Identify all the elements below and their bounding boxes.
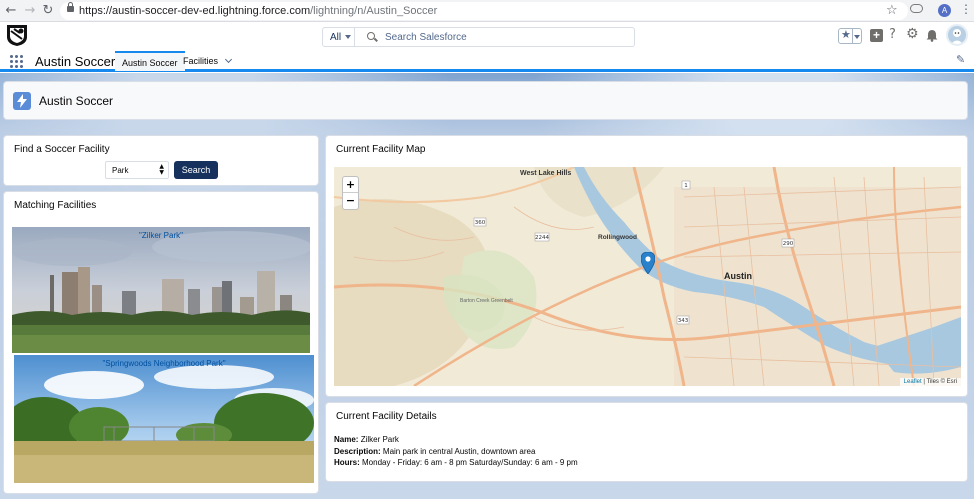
map-label: Austin xyxy=(724,271,752,281)
star-icon: ★ xyxy=(841,28,851,41)
road-shield-label: 1 xyxy=(684,183,688,189)
map-label: Barton Creek Greenbelt xyxy=(460,298,513,304)
austin-soccer-logo[interactable] xyxy=(5,23,29,47)
chevron-down-icon xyxy=(345,35,352,40)
tab-facilities[interactable]: Facilities xyxy=(176,51,238,71)
zoom-in-button[interactable]: + xyxy=(343,177,358,193)
facility-type-select[interactable]: Park ▲ ▼ xyxy=(105,161,169,179)
back-arrow-icon[interactable]: ← xyxy=(3,3,19,19)
facility-caption: "Zilker Park" xyxy=(139,231,183,240)
global-header: All Search Salesforce ★ + ? ⚙ xyxy=(0,22,974,50)
facility-details-card: Current Facility Details Name: Zilker Pa… xyxy=(325,402,968,482)
find-facility-card: Find a Soccer Facility Park ▲ ▼ Search xyxy=(3,135,319,186)
facility-caption: "Springwoods Neighborhood Park" xyxy=(102,359,226,368)
address-bar[interactable]: https://austin-soccer-dev-ed.lightning.f… xyxy=(60,2,908,20)
app-navigation-bar: Austin Soccer Austin Soccer Facilities ✎ xyxy=(0,50,974,72)
app-name: Austin Soccer xyxy=(35,54,116,69)
search-scope-dropdown[interactable]: All xyxy=(323,28,355,46)
help-icon[interactable]: ? xyxy=(889,27,896,42)
forward-arrow-icon[interactable]: → xyxy=(22,3,38,19)
select-arrows-icon: ▲ ▼ xyxy=(159,163,164,176)
cloud-icon[interactable] xyxy=(910,4,923,13)
chevron-down-icon xyxy=(854,35,860,39)
search-input[interactable]: Search Salesforce xyxy=(385,32,467,43)
bookmark-star-icon[interactable]: ☆ xyxy=(886,3,898,18)
lightning-icon xyxy=(13,92,31,110)
setup-gear-icon[interactable]: ⚙ xyxy=(906,26,919,42)
map-label: West Lake Hills xyxy=(520,170,571,177)
browser-menu-icon[interactable]: ⋮ xyxy=(960,2,972,16)
road-shield-label: 360 xyxy=(475,220,486,226)
user-avatar[interactable] xyxy=(946,24,968,46)
facility-photo-springwoods-park[interactable]: "Springwoods Neighborhood Park" xyxy=(14,355,314,483)
url-text: https://austin-soccer-dev-ed.lightning.f… xyxy=(79,5,438,17)
leaflet-link[interactable]: Leaflet xyxy=(904,379,922,385)
map-tiles: 1 360 2244 290 343 West Lake Hills Rolli… xyxy=(334,167,961,386)
chevron-down-icon[interactable] xyxy=(224,55,233,64)
app-launcher-icon[interactable] xyxy=(10,55,23,68)
matching-card-title: Matching Facilities xyxy=(14,200,97,211)
lock-icon xyxy=(67,2,74,12)
detail-name: Name: Zilker Park xyxy=(334,435,399,444)
facility-photo-zilker-park[interactable]: "Zilker Park" xyxy=(12,227,310,353)
map-attribution: Leaflet | Tiles © Esri xyxy=(899,378,961,386)
profile-avatar[interactable]: A xyxy=(938,4,951,17)
page-title: Austin Soccer xyxy=(39,94,114,108)
global-actions-add-icon[interactable]: + xyxy=(870,29,883,42)
global-search[interactable]: All Search Salesforce xyxy=(322,27,635,47)
reload-icon[interactable]: ↻ xyxy=(40,3,56,19)
leaflet-map[interactable]: 1 360 2244 290 343 West Lake Hills Rolli… xyxy=(334,167,961,386)
page-header: Austin Soccer xyxy=(3,81,968,120)
road-shield-label: 2244 xyxy=(535,235,549,241)
edit-nav-pencil-icon[interactable]: ✎ xyxy=(956,53,965,66)
favorites-button[interactable]: ★ xyxy=(838,28,862,44)
road-shield-label: 343 xyxy=(678,318,689,324)
details-card-title: Current Facility Details xyxy=(336,411,437,422)
browser-toolbar: ← → ↻ https://austin-soccer-dev-ed.light… xyxy=(0,0,974,22)
notifications-bell-icon[interactable] xyxy=(926,29,938,42)
find-card-title: Find a Soccer Facility xyxy=(14,144,110,155)
matching-facilities-card: Matching Facilities "Zilker Park" "Sprin… xyxy=(3,191,319,494)
map-marker-icon[interactable] xyxy=(641,252,655,274)
search-button[interactable]: Search xyxy=(174,161,218,179)
search-icon xyxy=(367,32,375,40)
detail-hours: Hours: Monday - Friday: 6 am - 8 pm Satu… xyxy=(334,458,578,467)
zoom-out-button[interactable]: − xyxy=(343,193,358,209)
road-shield-label: 290 xyxy=(783,241,794,247)
map-label: Rollingwood xyxy=(598,234,637,241)
tab-austin-soccer[interactable]: Austin Soccer xyxy=(115,51,185,71)
facility-map-card: Current Facility Map 1 360 2244 290 343 … xyxy=(325,135,968,397)
detail-description: Description: Main park in central Austin… xyxy=(334,447,536,456)
map-zoom-control: + − xyxy=(342,176,359,210)
map-card-title: Current Facility Map xyxy=(336,144,426,155)
